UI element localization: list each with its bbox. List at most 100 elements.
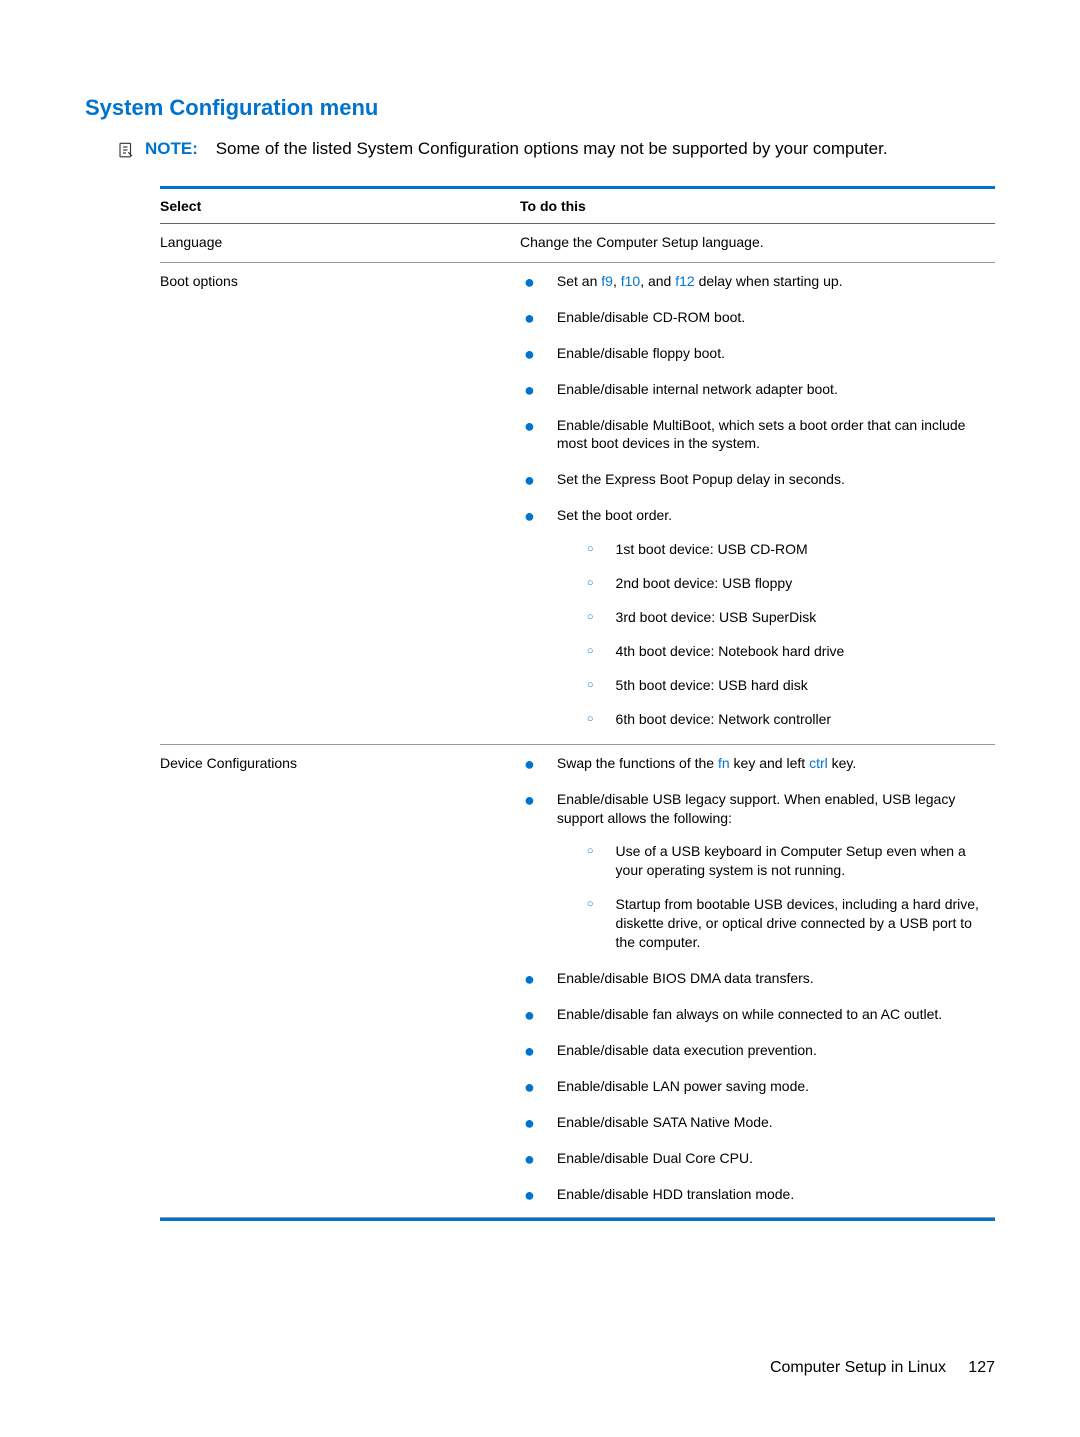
- sub-bullet-icon: ○: [587, 612, 594, 623]
- sub-list-item-text: 5th boot device: USB hard disk: [616, 676, 995, 695]
- bullet-icon: ●: [524, 1042, 535, 1060]
- bullet-icon: ●: [524, 970, 535, 988]
- list-item: ● Set the Express Boot Popup delay in se…: [520, 470, 995, 489]
- footer-text: Computer Setup in Linux: [770, 1359, 946, 1376]
- list-item-text: Enable/disable MultiBoot, which sets a b…: [557, 416, 995, 454]
- sub-list-item-text: 3rd boot device: USB SuperDisk: [616, 608, 995, 627]
- sub-list-item: ○ 5th boot device: USB hard disk: [587, 676, 995, 695]
- sub-bullet-icon: ○: [587, 646, 594, 657]
- config-table: Select To do this Language Change the Co…: [160, 186, 995, 1221]
- list-item: ● Enable/disable HDD translation mode.: [520, 1185, 995, 1204]
- list-item: ● Enable/disable data execution preventi…: [520, 1041, 995, 1060]
- key-f9: f9: [601, 273, 613, 289]
- note-content: NOTE: Some of the listed System Configur…: [145, 139, 888, 159]
- list-item: ● Enable/disable CD-ROM boot.: [520, 308, 995, 327]
- note-text: Some of the listed System Configuration …: [216, 139, 888, 158]
- key-ctrl: ctrl: [809, 755, 828, 771]
- note-callout: NOTE: Some of the listed System Configur…: [117, 139, 995, 164]
- cell-desc-boot: ● Set an f9, f10, and f12 delay when sta…: [520, 272, 995, 735]
- bullet-icon: ●: [524, 1150, 535, 1168]
- list-item-text: Enable/disable Dual Core CPU.: [557, 1149, 995, 1168]
- sub-list-item: ○ 6th boot device: Network controller: [587, 710, 995, 729]
- bullet-icon: ●: [524, 1186, 535, 1204]
- sub-list-item: ○ 3rd boot device: USB SuperDisk: [587, 608, 995, 627]
- list-item: ● Enable/disable MultiBoot, which sets a…: [520, 416, 995, 454]
- list-item-text: Enable/disable SATA Native Mode.: [557, 1113, 995, 1132]
- sub-bullet-icon: ○: [587, 578, 594, 589]
- list-item-text: Set the Express Boot Popup delay in seco…: [557, 470, 995, 489]
- list-item: ● Set the boot order. ○ 1st boot device:…: [520, 506, 995, 734]
- cell-select-boot: Boot options: [160, 272, 520, 735]
- sub-list-item-text: Use of a USB keyboard in Computer Setup …: [616, 842, 995, 880]
- list-item-text: Enable/disable fan always on while conne…: [557, 1005, 995, 1024]
- list-item: ● Enable/disable SATA Native Mode.: [520, 1113, 995, 1132]
- bullet-icon: ●: [524, 309, 535, 327]
- sub-bullet-icon: ○: [587, 544, 594, 555]
- list-item: ● Set an f9, f10, and f12 delay when sta…: [520, 272, 995, 291]
- list-item: ● Enable/disable Dual Core CPU.: [520, 1149, 995, 1168]
- sub-bullet-icon: ○: [587, 846, 594, 857]
- key-f12: f12: [675, 273, 694, 289]
- cell-desc-language: Change the Computer Setup language.: [520, 233, 995, 253]
- bullet-icon: ●: [524, 507, 535, 525]
- list-item-text: Enable/disable BIOS DMA data transfers.: [557, 969, 995, 988]
- table-row: Device Configurations ● Swap the functio…: [160, 745, 995, 1218]
- sub-list-item: ○ Use of a USB keyboard in Computer Setu…: [587, 842, 995, 880]
- section-heading: System Configuration menu: [85, 95, 995, 121]
- list-item: ● Enable/disable LAN power saving mode.: [520, 1077, 995, 1096]
- list-item: ● Enable/disable internal network adapte…: [520, 380, 995, 399]
- table-bottom-border: [160, 1218, 995, 1221]
- sub-bullet-icon: ○: [587, 680, 594, 691]
- list-item-text: Enable/disable data execution prevention…: [557, 1041, 995, 1060]
- list-item-text: Enable/disable USB legacy support. When …: [557, 790, 995, 969]
- sub-list-item: ○ 1st boot device: USB CD-ROM: [587, 540, 995, 559]
- key-fn: fn: [718, 755, 730, 771]
- sub-list-item-text: 1st boot device: USB CD-ROM: [616, 540, 995, 559]
- page-number: 127: [968, 1359, 995, 1376]
- list-item: ● Enable/disable fan always on while con…: [520, 1005, 995, 1024]
- bullet-icon: ●: [524, 273, 535, 291]
- bullet-icon: ●: [524, 417, 535, 435]
- col-header-todo: To do this: [520, 198, 995, 214]
- cell-desc-device: ● Swap the functions of the fn key and l…: [520, 754, 995, 1208]
- key-f10: f10: [621, 273, 640, 289]
- list-item: ● Enable/disable BIOS DMA data transfers…: [520, 969, 995, 988]
- sub-list-item: ○ 4th boot device: Notebook hard drive: [587, 642, 995, 661]
- bullet-icon: ●: [524, 1078, 535, 1096]
- cell-select-device: Device Configurations: [160, 754, 520, 1208]
- list-item-text: Set an f9, f10, and f12 delay when start…: [557, 272, 995, 291]
- list-item: ● Swap the functions of the fn key and l…: [520, 754, 995, 773]
- col-header-select: Select: [160, 198, 520, 214]
- sub-list-item-text: Startup from bootable USB devices, inclu…: [616, 895, 995, 952]
- list-item-text: Set the boot order. ○ 1st boot device: U…: [557, 506, 995, 734]
- sub-list-item-text: 6th boot device: Network controller: [616, 710, 995, 729]
- list-item-text: Enable/disable internal network adapter …: [557, 380, 995, 399]
- list-item-text: Enable/disable CD-ROM boot.: [557, 308, 995, 327]
- sub-bullet-icon: ○: [587, 714, 594, 725]
- bullet-icon: ●: [524, 791, 535, 809]
- sub-list-item-text: 2nd boot device: USB floppy: [616, 574, 995, 593]
- bullet-icon: ●: [524, 1006, 535, 1024]
- table-row: Language Change the Computer Setup langu…: [160, 224, 995, 263]
- bullet-icon: ●: [524, 381, 535, 399]
- table-header-row: Select To do this: [160, 189, 995, 224]
- bullet-icon: ●: [524, 1114, 535, 1132]
- list-item: ● Enable/disable floppy boot.: [520, 344, 995, 363]
- sub-list-item-text: 4th boot device: Notebook hard drive: [616, 642, 995, 661]
- table-row: Boot options ● Set an f9, f10, and f12 d…: [160, 263, 995, 745]
- list-item-text: Swap the functions of the fn key and lef…: [557, 754, 995, 773]
- page-footer: Computer Setup in Linux 127: [770, 1359, 995, 1377]
- list-item-text: Enable/disable LAN power saving mode.: [557, 1077, 995, 1096]
- cell-select-language: Language: [160, 233, 520, 253]
- sub-list-item: ○ Startup from bootable USB devices, inc…: [587, 895, 995, 952]
- bullet-icon: ●: [524, 471, 535, 489]
- list-item-text: Enable/disable HDD translation mode.: [557, 1185, 995, 1204]
- bullet-icon: ●: [524, 755, 535, 773]
- note-label: NOTE:: [145, 139, 198, 158]
- sub-list-item: ○ 2nd boot device: USB floppy: [587, 574, 995, 593]
- sub-bullet-icon: ○: [587, 899, 594, 910]
- bullet-icon: ●: [524, 345, 535, 363]
- list-item: ● Enable/disable USB legacy support. Whe…: [520, 790, 995, 969]
- list-item-text: Enable/disable floppy boot.: [557, 344, 995, 363]
- note-icon: [117, 141, 135, 164]
